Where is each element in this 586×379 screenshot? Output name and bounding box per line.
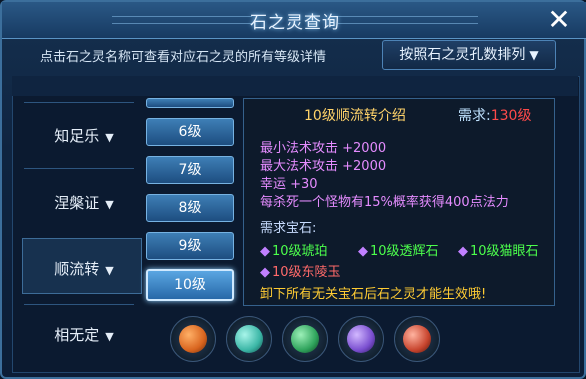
level-button-10[interactable]: 10级	[146, 269, 234, 301]
chevron-down-icon: ▼	[105, 198, 114, 211]
scroll-top-strip	[12, 76, 578, 96]
amber-gem-icon	[179, 325, 207, 353]
stat-line: 每杀死一个怪物有15%概率获得400点法力	[260, 195, 509, 210]
level-button-6[interactable]: 6级	[146, 118, 234, 146]
hint-text: 点击石之灵名称可查看对应石之灵的所有等级详情	[40, 50, 327, 65]
chevron-down-icon: ▼	[105, 264, 114, 277]
gems-header: 需求宝石:	[260, 221, 317, 236]
level-button-9[interactable]: 9级	[146, 232, 234, 260]
spirit-item-shunliuzhuan[interactable]: 顺流转 ▼	[24, 258, 144, 279]
stat-line: 幸运 +30	[260, 177, 318, 192]
gem-diamond-icon: ◆	[260, 244, 270, 259]
gem-slot[interactable]	[394, 316, 440, 362]
spirit-label: 顺流转	[54, 260, 100, 278]
gem-diamond-icon: ◆	[260, 265, 270, 280]
spirit-label: 涅槃证	[54, 194, 100, 212]
detail-title: 10级顺流转介绍	[304, 108, 406, 124]
close-icon[interactable]: ✕	[546, 6, 572, 34]
notice-text: 卸下所有无关宝石后石之灵才能生效哦!	[260, 287, 487, 302]
requirement: 需求:130级	[458, 105, 531, 125]
spirit-label: 知足乐	[54, 127, 100, 145]
dialog-title: 石之灵查询	[250, 13, 340, 33]
gem-label: 10级透辉石	[370, 244, 439, 259]
chevron-down-icon: ▼	[529, 48, 539, 62]
red-gem-icon	[403, 325, 431, 353]
stat-line: 最大法术攻击 +2000	[260, 159, 387, 174]
gem-slot-row	[162, 316, 452, 364]
cats-eye-gem-icon	[291, 325, 319, 353]
required-gem: ◆ 10级猫眼石	[458, 240, 539, 259]
spirit-item-niepanzheng[interactable]: 涅槃证 ▼	[24, 192, 144, 213]
spirit-label: 相无定	[54, 326, 100, 344]
gem-slot[interactable]	[170, 316, 216, 362]
detail-panel: 10级顺流转介绍 需求:130级 最小法术攻击 +2000 最大法术攻击 +20…	[243, 98, 555, 306]
gem-diamond-icon: ◆	[358, 244, 368, 259]
purple-gem-icon	[347, 325, 375, 353]
dialog-panel: 石之灵查询 ✕ 点击石之灵名称可查看对应石之灵的所有等级详情 按照石之灵孔数排列…	[0, 0, 586, 379]
gem-slot[interactable]	[226, 316, 272, 362]
gem-slot[interactable]	[282, 316, 328, 362]
divider	[24, 168, 134, 169]
chevron-down-icon: ▼	[105, 330, 114, 343]
sort-label: 按照石之灵孔数排列	[399, 47, 526, 63]
divider	[24, 304, 134, 305]
sort-dropdown[interactable]: 按照石之灵孔数排列 ▼	[382, 40, 556, 70]
gem-label: 10级东陵玉	[272, 265, 341, 280]
diopside-gem-icon	[235, 325, 263, 353]
title-bar: 石之灵查询 ✕	[2, 2, 586, 39]
gem-label: 10级猫眼石	[470, 244, 539, 259]
spirit-item-zhizule[interactable]: 知足乐 ▼	[24, 125, 144, 146]
gem-diamond-icon: ◆	[458, 244, 468, 259]
gem-slot[interactable]	[338, 316, 384, 362]
level-button-7[interactable]: 7级	[146, 156, 234, 184]
required-gem: ◆ 10级琥珀	[260, 240, 328, 259]
gem-label: 10级琥珀	[272, 244, 328, 259]
level-button-8[interactable]: 8级	[146, 194, 234, 222]
requirement-value: 130级	[490, 108, 532, 124]
requirement-label: 需求:	[458, 108, 491, 124]
stat-line: 最小法术攻击 +2000	[260, 141, 387, 156]
chevron-down-icon: ▼	[105, 131, 114, 144]
divider	[24, 102, 134, 103]
spirit-item-xiangwuding[interactable]: 相无定 ▼	[24, 324, 144, 345]
required-gem: ◆ 10级透辉石	[358, 240, 439, 259]
required-gem: ◆ 10级东陵玉	[260, 261, 341, 280]
level-button-partial[interactable]	[146, 98, 234, 108]
